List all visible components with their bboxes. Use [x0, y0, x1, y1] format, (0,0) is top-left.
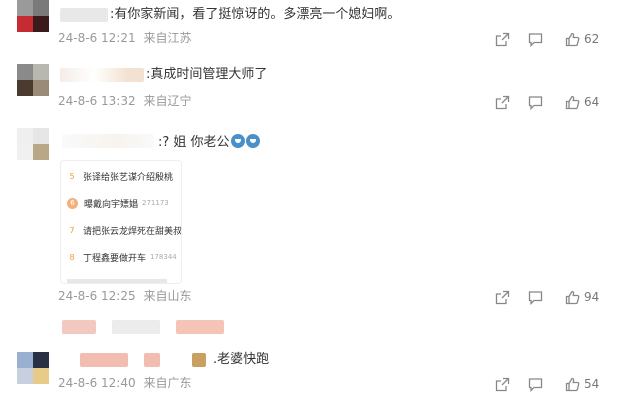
comment-meta: 24-8-6 12:40 来自广东	[58, 375, 191, 391]
comment-text: .老婆快跑	[213, 352, 270, 367]
hot-title: 张译给张艺谋介绍殷桃	[83, 172, 174, 183]
comment-button[interactable]	[528, 288, 543, 306]
comment-date: 24-8-6 12:25	[58, 289, 136, 303]
share-button[interactable]	[495, 30, 510, 48]
username-blurred[interactable]	[60, 8, 108, 22]
comment-date: 24-8-6 13:32	[58, 94, 136, 108]
username-blurred[interactable]	[60, 68, 144, 82]
hot-search-screenshot[interactable]: 5 张译给张艺谋介绍殷桃 6 曝戴向宇嫖娼 271173 7 请把张云龙焊死在甜…	[60, 160, 182, 284]
comment-button[interactable]	[528, 30, 543, 48]
comment-location: 来自辽宁	[143, 94, 192, 108]
hot-list-item-cutoff	[67, 275, 167, 283]
comment-date: 24-8-6 12:40	[58, 376, 136, 390]
comment-location: 来自山东	[143, 289, 192, 303]
like-button[interactable]: 94	[565, 288, 599, 306]
comment-button[interactable]	[528, 93, 543, 111]
username-blurred[interactable]	[192, 353, 206, 367]
hot-value: 271173	[142, 199, 169, 207]
like-icon	[565, 377, 580, 391]
blurred-text-row	[62, 320, 232, 334]
hot-list-item: 8 丁程鑫要做开车 178344	[67, 250, 177, 264]
hot-rank: 6	[67, 197, 78, 209]
hot-list-item: 7 请把张云龙焊死在甜美叔	[67, 223, 182, 237]
avatar[interactable]	[17, 64, 49, 96]
like-count: 94	[584, 290, 600, 304]
share-icon	[495, 32, 510, 46]
share-button[interactable]	[495, 375, 510, 393]
like-button[interactable]: 62	[565, 30, 599, 48]
comment-icon	[528, 290, 543, 305]
comment-location: 来自广东	[143, 376, 192, 390]
hot-rank: 7	[69, 225, 75, 235]
avatar[interactable]	[17, 352, 49, 384]
like-icon	[565, 290, 580, 304]
hot-value: 178344	[150, 253, 177, 261]
username-blurred[interactable]	[144, 353, 160, 367]
comment-meta: 24-8-6 12:21 来自江苏	[58, 30, 191, 46]
hot-rank: 5	[69, 171, 75, 181]
share-icon	[495, 95, 510, 109]
username-blurred[interactable]	[80, 353, 128, 367]
like-count: 62	[584, 32, 600, 46]
comment-meta: 24-8-6 12:25 来自山东	[58, 288, 191, 304]
like-button[interactable]: 64	[565, 93, 599, 111]
hot-list-item: 5 张译给张艺谋介绍殷桃	[67, 169, 173, 183]
comment-icon	[528, 95, 543, 110]
share-button[interactable]	[495, 93, 510, 111]
hot-title: 丁程鑫要做开车	[83, 253, 147, 264]
avatar[interactable]	[17, 128, 49, 160]
share-icon	[495, 290, 510, 304]
comment-location: 来自江苏	[143, 31, 192, 45]
hot-rank: 8	[69, 252, 75, 262]
share-icon	[495, 377, 510, 391]
like-count: 64	[584, 95, 600, 109]
comment-button[interactable]	[528, 375, 543, 393]
blurred-segment	[176, 320, 224, 334]
comment-text: :真成时间管理大师了	[146, 67, 268, 82]
comment-text-content: :? 姐 你老公	[158, 135, 230, 150]
hot-list-item: 6 曝戴向宇嫖娼 271173	[67, 196, 169, 210]
comment-icon	[528, 377, 543, 392]
comment-meta: 24-8-6 13:32 来自辽宁	[58, 93, 191, 109]
emoji-icon	[230, 134, 245, 148]
emoji-icon	[245, 134, 260, 148]
hot-title: 请把张云龙焊死在甜美叔	[83, 226, 182, 237]
like-count: 54	[584, 377, 600, 391]
comment-date: 24-8-6 12:21	[58, 31, 136, 45]
comment-actions: 64	[495, 93, 635, 111]
comment-icon	[528, 32, 543, 47]
like-button[interactable]: 54	[565, 375, 599, 393]
comment-text: :? 姐 你老公	[158, 134, 260, 151]
like-icon	[565, 32, 580, 46]
blurred-segment	[112, 320, 160, 334]
username-blurred[interactable]	[62, 134, 154, 148]
share-button[interactable]	[495, 288, 510, 306]
hot-title: 曝戴向宇嫖娼	[84, 199, 139, 210]
avatar[interactable]	[17, 0, 49, 32]
like-icon	[565, 95, 580, 109]
comment-actions: 62	[495, 30, 635, 48]
comment-actions: 94	[495, 288, 635, 306]
blurred-segment	[62, 320, 96, 334]
comment-actions: 54	[495, 375, 635, 393]
comment-text: :有你家新闻，看了挺惊讶的。多漂亮一个媳妇啊。	[110, 7, 401, 22]
